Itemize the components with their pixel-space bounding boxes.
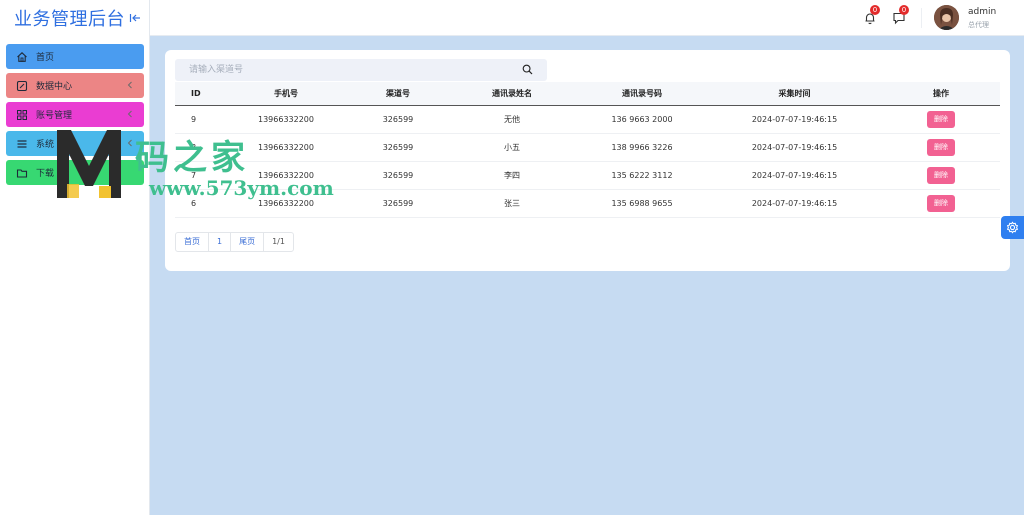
- sidebar-item-label: 下载: [36, 169, 55, 179]
- sidebar-item-home[interactable]: 首页: [6, 44, 144, 69]
- sidebar-item-label: 系统: [36, 140, 55, 150]
- cell-time: 2024-07-07-19:46:15: [707, 105, 882, 134]
- avatar[interactable]: [934, 5, 959, 30]
- cell-contact-name: 小五: [447, 133, 577, 162]
- cell-phone: 13966332200: [223, 189, 349, 218]
- search-box: [175, 59, 547, 81]
- delete-button[interactable]: 删除: [927, 194, 955, 212]
- edit-icon: [16, 80, 28, 91]
- brand: 业务管理后台: [0, 0, 149, 36]
- chevron-left-icon: [127, 110, 132, 118]
- notifications-button[interactable]: 0: [863, 5, 880, 25]
- table-row: 8 13966332200 326599 小五 138 9966 3226 20…: [175, 133, 1000, 162]
- top-header: 0 0 admin 总代理: [150, 0, 1024, 36]
- user-avatar-icon: [934, 5, 959, 30]
- app-title: 业务管理后台: [14, 9, 125, 30]
- content-card: ID 手机号 渠道号 通讯录姓名 通讯录号码 采集时间 操作 9 1396633…: [165, 50, 1010, 271]
- column-header: 操作: [882, 82, 1000, 106]
- table-row: 9 13966332200 326599 无他 136 9663 2000 20…: [175, 105, 1000, 134]
- user-name: admin: [968, 7, 997, 17]
- home-icon: [17, 51, 27, 62]
- table-row: 6 13966332200 326599 张三 135 6988 9655 20…: [175, 189, 1000, 218]
- cell-action: 删除: [882, 189, 1000, 218]
- table-row: 7 13966332200 326599 李四 135 6222 3112 20…: [175, 161, 1000, 190]
- column-header: 采集时间: [707, 82, 882, 106]
- cell-contact-name: 李四: [447, 161, 577, 190]
- search-icon[interactable]: [522, 64, 533, 75]
- cell-contact-number: 136 9663 2000: [577, 105, 707, 134]
- cell-contact-name: 无他: [447, 105, 577, 134]
- cell-time: 2024-07-07-19:46:15: [707, 133, 882, 162]
- cell-channel: 326599: [349, 189, 447, 218]
- grid-icon: [17, 109, 27, 120]
- cell-id: 6: [175, 189, 223, 218]
- column-header: ID: [175, 82, 223, 106]
- column-header: 通讯录姓名: [447, 82, 577, 106]
- notification-badge: 0: [870, 5, 880, 15]
- list-icon: [17, 139, 27, 148]
- pagination-info: 1/1: [272, 237, 285, 246]
- user-role: 总代理: [968, 21, 989, 29]
- folder-icon: [16, 168, 28, 178]
- delete-button[interactable]: 删除: [927, 110, 955, 128]
- cell-action: 删除: [882, 161, 1000, 190]
- column-header: 通讯录号码: [577, 82, 707, 106]
- pagination-first[interactable]: 首页: [176, 233, 209, 251]
- cell-contact-name: 张三: [447, 189, 577, 218]
- sidebar-item-download[interactable]: 下载: [6, 160, 144, 185]
- sidebar-menu: 首页 数据中心 账号管理 系统 下载: [6, 44, 144, 189]
- cell-channel: 326599: [349, 133, 447, 162]
- cell-contact-number: 135 6988 9655: [577, 189, 707, 218]
- column-header: 渠道号: [349, 82, 447, 106]
- cell-id: 8: [175, 133, 223, 162]
- cell-action: 删除: [882, 105, 1000, 134]
- data-table: ID 手机号 渠道号 通讯录姓名 通讯录号码 采集时间 操作 9 1396633…: [175, 82, 1000, 218]
- pagination-last[interactable]: 尾页: [231, 233, 265, 251]
- search-input[interactable]: [175, 59, 515, 81]
- cell-id: 9: [175, 105, 223, 134]
- cell-phone: 13966332200: [223, 161, 349, 190]
- column-header: 手机号: [223, 82, 349, 106]
- cell-contact-number: 135 6222 3112: [577, 161, 707, 190]
- gear-icon: [1007, 221, 1018, 234]
- cell-phone: 13966332200: [223, 105, 349, 134]
- chevron-left-icon: [127, 81, 132, 89]
- cell-action: 删除: [882, 133, 1000, 162]
- chevron-left-icon: [127, 139, 132, 147]
- sidebar: 业务管理后台 首页 数据中心 账号管理 系统 下载: [0, 0, 150, 515]
- cell-id: 7: [175, 161, 223, 190]
- cell-phone: 13966332200: [223, 133, 349, 162]
- sidebar-item-label: 账号管理: [36, 111, 73, 121]
- sidebar-item-data-center[interactable]: 数据中心: [6, 73, 144, 98]
- sidebar-item-label: 数据中心: [36, 82, 73, 92]
- sidebar-item-label: 首页: [36, 53, 55, 63]
- table-header-row: ID 手机号 渠道号 通讯录姓名 通讯录号码 采集时间 操作: [175, 82, 1000, 106]
- pagination-page-1[interactable]: 1: [209, 233, 232, 251]
- delete-button[interactable]: 删除: [927, 166, 955, 184]
- settings-button[interactable]: [1001, 216, 1024, 239]
- collapse-sidebar-icon[interactable]: [129, 12, 141, 24]
- cell-channel: 326599: [349, 161, 447, 190]
- header-divider: [921, 8, 922, 28]
- cell-time: 2024-07-07-19:46:15: [707, 161, 882, 190]
- messages-button[interactable]: 0: [892, 5, 909, 25]
- cell-time: 2024-07-07-19:46:15: [707, 189, 882, 218]
- cell-contact-number: 138 9966 3226: [577, 133, 707, 162]
- sidebar-item-account[interactable]: 账号管理: [6, 102, 144, 127]
- delete-button[interactable]: 删除: [927, 138, 955, 156]
- pagination: 首页 1 尾页 1/1: [175, 232, 294, 252]
- sidebar-item-system[interactable]: 系统: [6, 131, 144, 156]
- cell-channel: 326599: [349, 105, 447, 134]
- message-badge: 0: [899, 5, 909, 15]
